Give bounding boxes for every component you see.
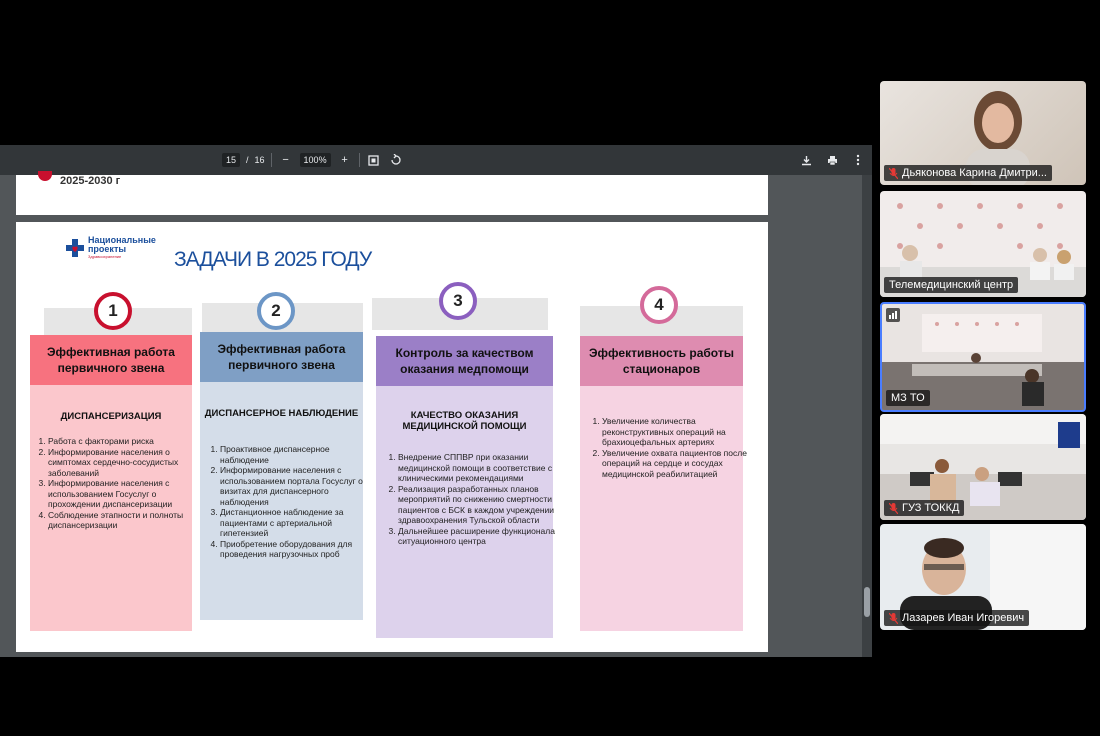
participant-tile[interactable]: Телемедицинский центр bbox=[880, 191, 1086, 297]
section-title: ДИСПАНСЕРНОЕ НАБЛЮДЕНИЕ bbox=[204, 408, 359, 419]
number-badge: 4 bbox=[640, 286, 678, 324]
more-vert-icon[interactable] bbox=[850, 152, 866, 168]
toolbar-actions bbox=[798, 145, 866, 175]
column-heading: Контроль за качеством оказания медпомощи bbox=[376, 336, 553, 386]
zoom-input[interactable]: 100% bbox=[299, 153, 331, 167]
number-badge: 1 bbox=[94, 292, 132, 330]
divider bbox=[270, 153, 272, 167]
number-badge: 2 bbox=[257, 292, 295, 330]
scrollbar[interactable] bbox=[862, 175, 872, 657]
slide-page: Национальные проекты Здравоохранение ЗАД… bbox=[16, 222, 768, 652]
list-item: Дальнейшее расширение функционала ситуац… bbox=[398, 526, 562, 547]
page-nav: 15 / 16 − 100% + bbox=[222, 145, 404, 175]
list-item: Работа с факторами риска bbox=[48, 436, 200, 447]
slide-title: ЗАДАЧИ В 2025 ГОДУ bbox=[174, 248, 372, 271]
logo: Национальные проекты Здравоохранение bbox=[66, 236, 156, 259]
list-item: Внедрение СППВР при оказании медицинской… bbox=[398, 452, 562, 484]
participant-label: Телемедицинский центр bbox=[884, 277, 1019, 293]
column-heading: Эффективная работа первичного звена bbox=[30, 335, 192, 385]
participant-tile[interactable]: Лазарев Иван Игоревич bbox=[880, 524, 1086, 630]
column-heading: Эффективность работы стационаров bbox=[580, 336, 743, 386]
zoom-in-button[interactable]: + bbox=[337, 152, 353, 168]
print-icon[interactable] bbox=[824, 152, 840, 168]
list-item: Информирование населения о симптомах сер… bbox=[48, 447, 200, 479]
participant-label: Дьяконова Карина Дмитри... bbox=[884, 165, 1052, 181]
list-item: Проактивное диспансерное наблюдение bbox=[220, 444, 370, 465]
task-list: Работа с факторами риска Информирование … bbox=[34, 436, 200, 531]
list-item: Информирование населения с использование… bbox=[220, 465, 370, 507]
list-item: Соблюдение этапности и полноты диспансер… bbox=[48, 510, 200, 531]
zoom-out-button[interactable]: − bbox=[278, 152, 294, 168]
section-title: ДИСПАНСЕРИЗАЦИЯ bbox=[60, 411, 162, 422]
participant-tile[interactable]: Дьяконова Карина Дмитри... bbox=[880, 81, 1086, 185]
participant-name: ГУЗ ТОККД bbox=[902, 502, 960, 514]
column-heading: Эффективная работа первичного звена bbox=[200, 332, 363, 382]
pdf-viewer: 15 / 16 − 100% + 2025-2030 г Национальны… bbox=[0, 145, 872, 657]
participant-tile-active[interactable]: МЗ ТО bbox=[880, 302, 1086, 412]
list-item: Увеличение количества реконструктивных о… bbox=[602, 416, 752, 448]
previous-page: 2025-2030 г bbox=[16, 171, 768, 215]
scrollbar-thumb[interactable] bbox=[864, 587, 870, 617]
participant-name: Дьяконова Карина Дмитри... bbox=[902, 167, 1047, 179]
task-list: Увеличение количества реконструктивных о… bbox=[588, 416, 752, 479]
bullet-icon bbox=[38, 171, 52, 181]
muted-mic-icon bbox=[888, 502, 899, 514]
muted-mic-icon bbox=[888, 167, 899, 179]
page-total: 16 bbox=[254, 155, 265, 165]
national-projects-logo-icon bbox=[66, 238, 84, 257]
previous-page-text: 2025-2030 г bbox=[60, 175, 121, 187]
number-badge: 3 bbox=[439, 282, 477, 320]
task-list: Проактивное диспансерное наблюдение Инфо… bbox=[206, 444, 370, 560]
list-item: Увеличение охвата пациентов после операц… bbox=[602, 448, 752, 480]
list-item: Приобретение оборудования для проведения… bbox=[220, 539, 370, 560]
rotate-icon[interactable] bbox=[388, 152, 404, 168]
section-title: КАЧЕСТВО ОКАЗАНИЯ МЕДИЦИНСКОЙ ПОМОЩИ bbox=[402, 410, 527, 432]
logo-line-3: Здравоохранение bbox=[88, 254, 122, 259]
list-item: Реализация разработанных планов мероприя… bbox=[398, 484, 562, 526]
list-item: Дистанционное наблюдение за пациентами с… bbox=[220, 507, 370, 539]
audio-level-icon bbox=[886, 308, 900, 322]
divider bbox=[358, 153, 360, 167]
logo-text: Национальные проекты Здравоохранение bbox=[88, 236, 156, 260]
muted-mic-icon bbox=[888, 612, 899, 624]
participant-label: ГУЗ ТОККД bbox=[884, 500, 965, 516]
page-number-input[interactable]: 15 bbox=[222, 153, 241, 167]
fit-page-icon[interactable] bbox=[366, 152, 382, 168]
participant-name: МЗ ТО bbox=[891, 392, 925, 404]
participant-label: МЗ ТО bbox=[886, 390, 930, 406]
list-item: Информирование населения с использование… bbox=[48, 478, 200, 510]
participant-name: Телемедицинский центр bbox=[889, 279, 1014, 291]
logo-line-2: проекты bbox=[88, 244, 127, 254]
participant-tile[interactable]: ГУЗ ТОККД bbox=[880, 414, 1086, 520]
download-icon[interactable] bbox=[798, 152, 814, 168]
participant-label: Лазарев Иван Игоревич bbox=[884, 610, 1030, 626]
pdf-toolbar: 15 / 16 − 100% + bbox=[0, 145, 872, 175]
participant-name: Лазарев Иван Игоревич bbox=[902, 612, 1025, 624]
page-separator: / bbox=[246, 155, 249, 165]
task-list: Внедрение СППВР при оказании медицинской… bbox=[384, 452, 562, 547]
